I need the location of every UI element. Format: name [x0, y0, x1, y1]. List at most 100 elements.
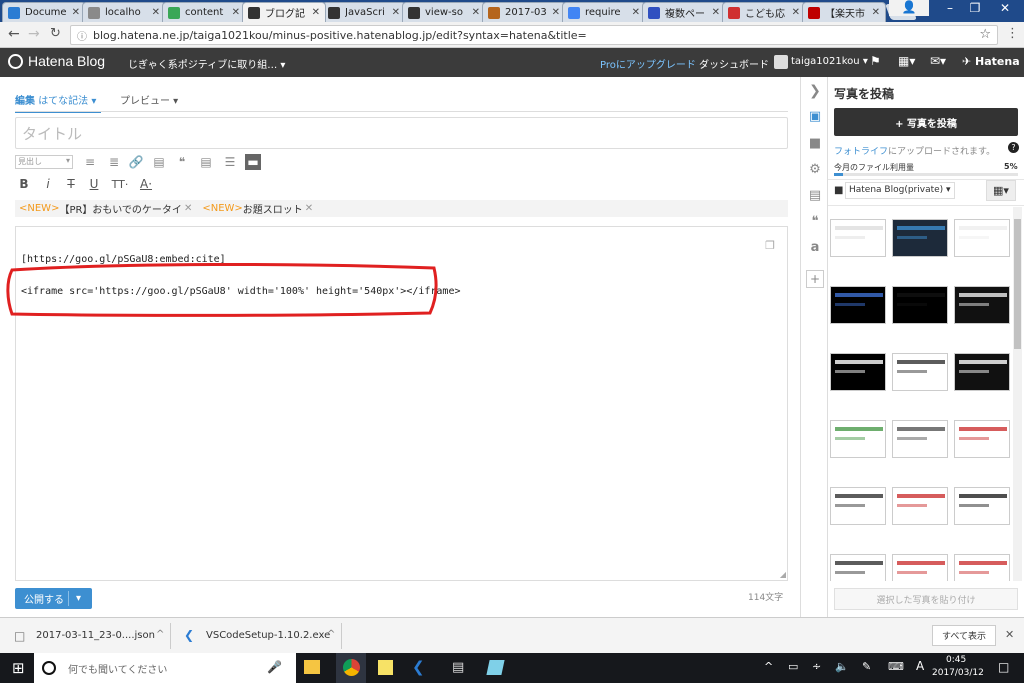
photo-thumbnail[interactable] — [830, 420, 886, 458]
tab-1[interactable]: localho ✕ — [82, 2, 166, 22]
back-icon[interactable]: ← — [8, 26, 20, 42]
photo-thumbnail[interactable] — [892, 554, 948, 581]
heading-select[interactable]: 見出し ▾ — [15, 155, 73, 169]
star-icon[interactable]: ☆ — [979, 27, 991, 42]
bullet-list-icon[interactable]: ≡ — [82, 154, 98, 170]
photo-thumbnail[interactable] — [892, 286, 948, 324]
publish-button[interactable]: 公開する ▾ — [15, 588, 92, 609]
folder-icon[interactable]: ■ — [806, 134, 824, 152]
menu-icon[interactable]: ⋮ — [1006, 26, 1019, 41]
tab-5[interactable]: view-so ✕ — [402, 2, 486, 22]
close-icon[interactable]: ✕ — [184, 203, 192, 214]
chevron-up-icon[interactable]: ^ — [156, 629, 164, 640]
close-tab-icon[interactable]: ✕ — [552, 7, 560, 18]
resize-handle-icon[interactable]: ◢ — [780, 570, 786, 579]
notification-icon[interactable]: ✉▾ — [930, 54, 946, 68]
avatar[interactable] — [774, 55, 788, 69]
search-box[interactable]: 何でも聞いてください 🎤 — [34, 653, 296, 683]
upload-photo-button[interactable]: + 写真を投稿 — [834, 108, 1018, 136]
sticky-notes-icon[interactable] — [378, 660, 393, 675]
quote-icon[interactable]: ❝ — [806, 212, 824, 230]
tab-10[interactable]: 【楽天市 ✕ — [802, 2, 886, 22]
title-input[interactable]: タイトル — [15, 117, 788, 149]
plus-icon[interactable]: + — [806, 270, 824, 288]
photo-thumbnail[interactable] — [892, 353, 948, 391]
close-tab-icon[interactable]: ✕ — [792, 7, 800, 18]
dashboard-link[interactable]: ダッシュボード — [699, 56, 769, 71]
pro-upgrade-link[interactable]: Proにアップグレード — [600, 56, 696, 71]
chevron-up-icon[interactable]: ^ — [764, 660, 773, 673]
copy-icon[interactable]: ❐ — [765, 239, 775, 252]
folder-select[interactable]: Hatena Blog(private) ▾ — [845, 182, 955, 199]
file-explorer-icon[interactable] — [304, 660, 320, 674]
photo-thumbnail[interactable] — [954, 554, 1010, 581]
photo-thumbnail[interactable] — [954, 353, 1010, 391]
keyboard-icon[interactable]: ⌨ — [888, 660, 904, 673]
close-tab-icon[interactable]: ✕ — [232, 7, 240, 18]
download-item-exe[interactable]: VSCodeSetup-1.10.2.exe — [206, 630, 330, 641]
amazon-icon[interactable]: a — [806, 238, 824, 256]
close-tab-icon[interactable]: ✕ — [152, 7, 160, 18]
bold-icon[interactable]: B — [16, 176, 32, 192]
windows-start-icon[interactable]: ⊞ — [12, 659, 25, 677]
photo-thumbnail[interactable] — [954, 286, 1010, 324]
close-tab-icon[interactable]: ✕ — [632, 7, 640, 18]
tab-8[interactable]: 複数ペー ✕ — [642, 2, 726, 22]
close-tab-icon[interactable]: ✕ — [472, 7, 480, 18]
gear-icon[interactable]: ⚙ — [806, 160, 824, 178]
quote-icon[interactable]: ❝ — [174, 154, 190, 170]
font-size-icon[interactable]: TT· — [112, 176, 129, 192]
show-all-button[interactable]: すべて表示 — [932, 625, 996, 646]
logo-text[interactable]: Hatena Blog — [28, 53, 105, 69]
tab-4[interactable]: JavaScri ✕ — [322, 2, 406, 22]
photo-thumbnail[interactable] — [830, 487, 886, 525]
volume-icon[interactable]: 🔈 — [835, 660, 849, 673]
apps-grid-icon[interactable]: ▦▾ — [898, 54, 915, 68]
underline-icon[interactable]: U — [86, 176, 102, 192]
photo-thumbnail[interactable] — [954, 420, 1010, 458]
clock-time[interactable]: 0:45 — [946, 655, 966, 665]
italic-icon[interactable]: i — [40, 176, 56, 192]
microphone-icon[interactable]: 🎤 — [267, 660, 282, 674]
photo-thumbnail[interactable] — [954, 219, 1010, 257]
photo-icon[interactable]: ▣ — [806, 107, 824, 125]
code-block-icon[interactable]: ▬ — [245, 154, 261, 170]
tab-preview[interactable]: プレビュー ▾ — [120, 92, 178, 107]
close-tab-icon[interactable]: ✕ — [72, 7, 80, 18]
photo-thumbnail[interactable] — [892, 420, 948, 458]
strikethrough-icon[interactable]: T — [63, 176, 79, 192]
chevron-down-icon[interactable]: ▾ — [69, 593, 81, 604]
link-icon[interactable]: 🔗 — [128, 154, 144, 170]
computer-icon[interactable]: ▤ — [452, 660, 464, 675]
photo-thumbnail[interactable] — [892, 487, 948, 525]
tab-6[interactable]: 2017-03 ✕ — [482, 2, 566, 22]
photo-thumbnail[interactable] — [830, 286, 886, 324]
profile-icon[interactable]: 👤 — [889, 0, 929, 16]
notice-link-pr[interactable]: 【PR】おもいでのケータイ — [59, 201, 181, 216]
chevron-up-icon[interactable]: ^ — [327, 629, 335, 640]
notice-link-slot[interactable]: お題スロット — [243, 201, 303, 216]
restore-icon[interactable]: ❐ — [960, 1, 990, 15]
help-icon[interactable]: ? — [1008, 142, 1019, 153]
chevron-right-icon[interactable]: ❯ — [806, 82, 824, 100]
table-icon[interactable]: ▤ — [151, 154, 167, 170]
blog-selector[interactable]: じぎゃく系ポジティブに取り組… ▾ — [128, 56, 285, 71]
bookmark-icon[interactable]: ⚑ — [870, 54, 881, 68]
fotolife-link[interactable]: フォトライフ — [834, 147, 888, 157]
close-icon[interactable]: ✕ — [305, 203, 313, 214]
tab-edit[interactable]: 編集 はてな記法 ▾ — [15, 92, 101, 113]
close-tab-icon[interactable]: ✕ — [872, 7, 880, 18]
paragraph-icon[interactable]: ☰ — [222, 154, 238, 170]
photo-thumbnail[interactable] — [892, 219, 948, 257]
tab-7[interactable]: require ✕ — [562, 2, 646, 22]
wifi-icon[interactable]: ∻ — [812, 660, 821, 673]
reload-icon[interactable]: ↻ — [50, 26, 61, 41]
photo-thumbnail[interactable] — [954, 487, 1010, 525]
tab-9[interactable]: こども応 ✕ — [722, 2, 806, 22]
paste-selected-button[interactable]: 選択した写真を貼り付け — [834, 588, 1018, 610]
numbered-list-icon[interactable]: ≣ — [106, 154, 122, 170]
user-menu[interactable]: taiga1021kou ▾ — [791, 56, 868, 67]
close-icon[interactable]: ✕ — [1005, 628, 1014, 641]
close-tab-icon[interactable]: ✕ — [312, 7, 320, 18]
list-box-icon[interactable]: ▤ — [198, 154, 214, 170]
